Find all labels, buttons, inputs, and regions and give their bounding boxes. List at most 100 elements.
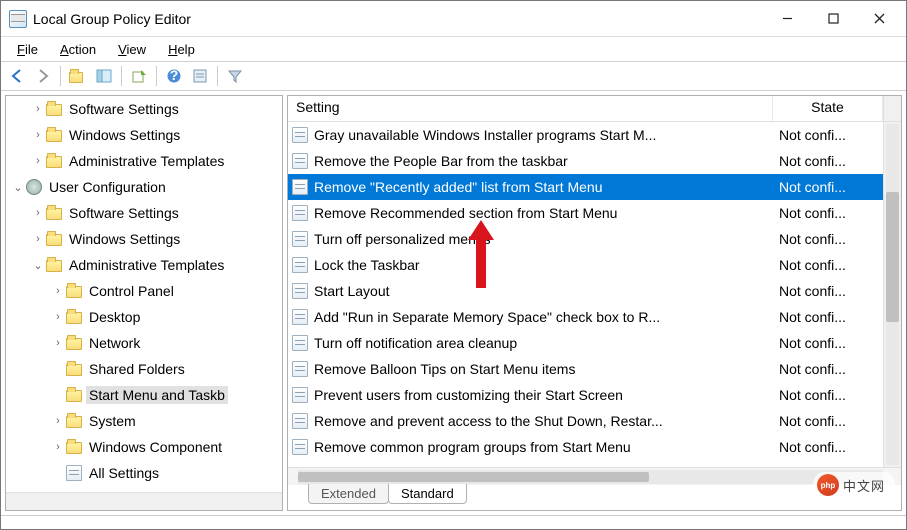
tree-item[interactable]: ›Windows Settings bbox=[6, 122, 282, 148]
tree-item-label: Shared Folders bbox=[86, 360, 188, 378]
tree-item[interactable]: ›Control Panel bbox=[6, 278, 282, 304]
chevron-down-icon[interactable]: ⌄ bbox=[30, 259, 46, 272]
chevron-down-icon[interactable]: ⌄ bbox=[10, 181, 26, 194]
folder-icon bbox=[66, 390, 82, 402]
chevron-right-icon[interactable]: › bbox=[30, 207, 46, 219]
column-state[interactable]: State bbox=[773, 96, 883, 121]
tree-item[interactable]: › Desktop bbox=[6, 304, 282, 330]
vertical-scrollbar[interactable] bbox=[883, 122, 901, 467]
tree-item[interactable]: ›Software Settings bbox=[6, 96, 282, 122]
show-hide-tree-button[interactable] bbox=[92, 64, 116, 88]
tree-item[interactable]: ⌄ Administrative Templates bbox=[6, 252, 282, 278]
setting-state: Not confi... bbox=[779, 153, 879, 169]
tree-item-label: User Configuration bbox=[46, 178, 169, 196]
svg-text:?: ? bbox=[170, 68, 179, 83]
tree-item[interactable]: ›Administrative Templates bbox=[6, 148, 282, 174]
table-row[interactable]: Remove Balloon Tips on Start Menu itemsN… bbox=[288, 356, 883, 382]
table-row[interactable]: Remove the People Bar from the taskbarNo… bbox=[288, 148, 883, 174]
properties-button[interactable] bbox=[188, 64, 212, 88]
table-row[interactable]: Remove and prevent access to the Shut Do… bbox=[288, 408, 883, 434]
table-row[interactable]: Turn off personalized menusNot confi... bbox=[288, 226, 883, 252]
tree-pane: ›Software Settings›Windows Settings›Admi… bbox=[5, 95, 283, 511]
table-row[interactable]: Remove common program groups from Start … bbox=[288, 434, 883, 460]
folder-icon bbox=[46, 156, 62, 168]
setting-state: Not confi... bbox=[779, 439, 879, 455]
table-row[interactable]: Turn off notification area cleanupNot co… bbox=[288, 330, 883, 356]
folder-icon bbox=[66, 286, 82, 298]
maximize-button[interactable] bbox=[810, 2, 856, 36]
table-row[interactable]: Add "Run in Separate Memory Space" check… bbox=[288, 304, 883, 330]
scroll-gutter bbox=[883, 96, 901, 121]
setting-label: Remove common program groups from Start … bbox=[312, 439, 779, 455]
chevron-right-icon[interactable]: › bbox=[50, 337, 66, 349]
menu-view[interactable]: View bbox=[108, 40, 156, 59]
tree-item-label: Network bbox=[86, 334, 143, 352]
statusbar bbox=[1, 515, 906, 529]
policy-setting-icon bbox=[292, 179, 308, 195]
export-list-button[interactable] bbox=[127, 64, 151, 88]
tree-item[interactable]: ›Software Settings bbox=[6, 200, 282, 226]
chevron-right-icon[interactable]: › bbox=[50, 441, 66, 453]
tree-item-label: Administrative Templates bbox=[66, 256, 227, 274]
help-button[interactable]: ? bbox=[162, 64, 186, 88]
table-row[interactable]: Prevent users from customizing their Sta… bbox=[288, 382, 883, 408]
setting-label: Turn off notification area cleanup bbox=[312, 335, 779, 351]
tree-item[interactable]: ›Windows Component bbox=[6, 434, 282, 460]
chevron-right-icon[interactable]: › bbox=[50, 285, 66, 297]
setting-state: Not confi... bbox=[779, 257, 879, 273]
tree-scrollbar[interactable] bbox=[6, 492, 282, 510]
chevron-right-icon[interactable]: › bbox=[30, 155, 46, 167]
minimize-button[interactable] bbox=[764, 2, 810, 36]
folder-icon bbox=[66, 442, 82, 454]
list-rows[interactable]: Gray unavailable Windows Installer progr… bbox=[288, 122, 883, 467]
menu-file[interactable]: File bbox=[7, 40, 48, 59]
list-pane: Setting State Gray unavailable Windows I… bbox=[287, 95, 902, 511]
tree-item[interactable]: Start Menu and Taskb bbox=[6, 382, 282, 408]
horizontal-scrollbar[interactable] bbox=[288, 467, 901, 485]
table-row[interactable]: Start LayoutNot confi... bbox=[288, 278, 883, 304]
tree-item-label: Desktop bbox=[86, 308, 143, 326]
column-setting[interactable]: Setting bbox=[288, 96, 773, 121]
setting-label: Add "Run in Separate Memory Space" check… bbox=[312, 309, 779, 325]
toolbar-separator bbox=[121, 66, 122, 86]
setting-icon bbox=[66, 465, 82, 481]
chevron-right-icon[interactable]: › bbox=[30, 233, 46, 245]
close-button[interactable] bbox=[856, 2, 902, 36]
setting-state: Not confi... bbox=[779, 361, 879, 377]
up-folder-button[interactable] bbox=[66, 64, 90, 88]
table-row[interactable]: Remove "Recently added" list from Start … bbox=[288, 174, 883, 200]
setting-label: Remove the People Bar from the taskbar bbox=[312, 153, 779, 169]
tree-item[interactable]: ›Windows Settings bbox=[6, 226, 282, 252]
back-button[interactable] bbox=[5, 64, 29, 88]
table-row[interactable]: Gray unavailable Windows Installer progr… bbox=[288, 122, 883, 148]
menu-action[interactable]: Action bbox=[50, 40, 106, 59]
tree-item[interactable]: ⌄ User Configuration bbox=[6, 174, 282, 200]
setting-state: Not confi... bbox=[779, 127, 879, 143]
chevron-right-icon[interactable]: › bbox=[50, 311, 66, 323]
setting-label: Remove "Recently added" list from Start … bbox=[312, 179, 779, 195]
table-row[interactable]: Remove Recommended section from Start Me… bbox=[288, 200, 883, 226]
chevron-right-icon[interactable]: › bbox=[30, 129, 46, 141]
gear-icon bbox=[26, 179, 42, 195]
tab-standard[interactable]: Standard bbox=[388, 484, 467, 504]
tree-item-label: System bbox=[86, 412, 139, 430]
chevron-right-icon[interactable]: › bbox=[50, 415, 66, 427]
tree-item[interactable]: › System bbox=[6, 408, 282, 434]
policy-setting-icon bbox=[292, 439, 308, 455]
menu-help[interactable]: Help bbox=[158, 40, 205, 59]
forward-button[interactable] bbox=[31, 64, 55, 88]
tree-item[interactable]: › Network bbox=[6, 330, 282, 356]
tree-item[interactable]: All Settings bbox=[6, 460, 282, 486]
chevron-right-icon[interactable]: › bbox=[30, 103, 46, 115]
policy-setting-icon bbox=[292, 387, 308, 403]
policy-setting-icon bbox=[292, 413, 308, 429]
setting-state: Not confi... bbox=[779, 309, 879, 325]
folder-icon bbox=[66, 416, 82, 428]
table-row[interactable]: Lock the TaskbarNot confi... bbox=[288, 252, 883, 278]
tree-item-label: All Settings bbox=[86, 464, 162, 482]
folder-icon bbox=[46, 234, 62, 246]
tree-scroll[interactable]: ›Software Settings›Windows Settings›Admi… bbox=[6, 96, 282, 492]
tab-extended[interactable]: Extended bbox=[308, 484, 389, 504]
tree-item[interactable]: Shared Folders bbox=[6, 356, 282, 382]
filter-button[interactable] bbox=[223, 64, 247, 88]
